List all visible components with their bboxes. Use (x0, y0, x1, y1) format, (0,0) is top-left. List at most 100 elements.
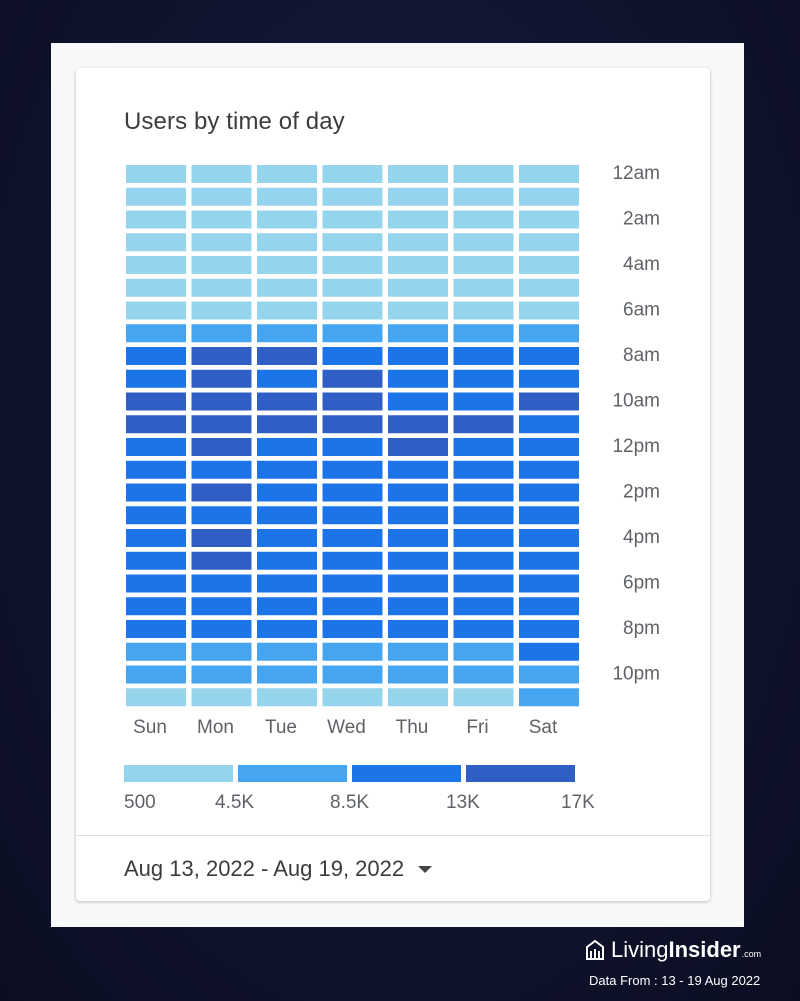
heatmap-cell (519, 642, 579, 661)
heatmap-cell (191, 688, 252, 707)
heatmap-cell (257, 301, 317, 320)
heatmap-cell (453, 620, 514, 638)
heatmap-cell (322, 665, 383, 684)
heatmap-cell (126, 187, 186, 206)
heatmap-cell (126, 347, 186, 365)
x-tick-label: Sat (529, 717, 558, 738)
heatmap-cell (322, 369, 383, 388)
heatmap-cell (257, 642, 317, 661)
heatmap-cell (519, 506, 579, 525)
heatmap-cell (388, 187, 448, 206)
heatmap-cell (519, 620, 579, 638)
heatmap-cell (388, 347, 448, 365)
heatmap-cell (453, 415, 514, 434)
heatmap-cell (191, 642, 252, 661)
legend-swatch (238, 765, 347, 782)
heatmap-cell (453, 438, 514, 456)
heatmap-cell (388, 597, 448, 616)
heatmap-cell (191, 620, 252, 638)
heatmap-cell (519, 460, 579, 479)
heatmap-cell (519, 369, 579, 388)
heatmap-cell (388, 256, 448, 274)
heatmap-cell (322, 233, 383, 252)
heatmap-cell (257, 256, 317, 274)
heatmap-cell (453, 506, 514, 525)
y-tick-label: 6pm (623, 573, 660, 594)
y-tick-label: 4am (623, 254, 660, 275)
x-tick-label: Tue (265, 717, 297, 738)
heatmap-cell (519, 210, 579, 229)
heatmap-cell (519, 574, 579, 593)
heatmap-cell (388, 642, 448, 661)
heatmap-cell (453, 278, 514, 297)
heatmap-cell (519, 301, 579, 320)
heatmap-cell (322, 301, 383, 320)
x-tick-label: Wed (327, 717, 366, 738)
heatmap-cell (322, 574, 383, 593)
heatmap-cell (191, 438, 252, 456)
y-tick-label: 6am (623, 300, 660, 321)
heatmap-cell (191, 597, 252, 616)
heatmap-cell (519, 187, 579, 206)
x-tick-label: Sun (133, 717, 167, 738)
heatmap-cell (126, 642, 186, 661)
heatmap-cell (453, 324, 514, 343)
heatmap-cell (257, 165, 317, 183)
heatmap-cell (191, 187, 252, 206)
heatmap-cell (388, 688, 448, 707)
heatmap-cell (519, 415, 579, 434)
heatmap-cell (519, 347, 579, 365)
heatmap-chart: 12am 2am 4am 6am 8am 10am 12pm 2pm 4pm 6pm 8pm 10pm… (124, 163, 660, 813)
heatmap-cell (126, 233, 186, 252)
brand-name-suffix: .com (741, 949, 762, 959)
heatmap-cell (126, 256, 186, 274)
heatmap-cell (191, 483, 252, 502)
heatmap-cell (126, 392, 186, 411)
heatmap-cell (191, 665, 252, 684)
heatmap-cell (257, 620, 317, 638)
x-tick-label: Fri (466, 717, 488, 738)
heatmap-cell (453, 551, 514, 570)
heatmap-cell (257, 438, 317, 456)
heatmap-cell (322, 483, 383, 502)
legend-swatch (124, 765, 233, 782)
y-tick-label: 10am (612, 391, 660, 412)
date-range-selector[interactable]: Aug 13, 2022 - Aug 19, 2022 (124, 856, 433, 882)
users-by-time-card: Users by time of day 12am 2am 4am 6am 8am 10a… (76, 68, 710, 901)
heatmap-cell (257, 347, 317, 365)
heatmap-cell (191, 506, 252, 525)
legend-tick-label: 4.5K (215, 792, 254, 813)
heatmap-cell (388, 415, 448, 434)
heatmap-cell (126, 483, 186, 502)
heatmap-cell (453, 233, 514, 252)
heatmap-cell (453, 347, 514, 365)
heatmap-cell (388, 210, 448, 229)
heatmap-cell (519, 551, 579, 570)
heatmap-cell (453, 529, 514, 547)
heatmap-cell (126, 165, 186, 183)
brand-logo: Living Insider .com (585, 937, 761, 963)
heatmap-cell (453, 642, 514, 661)
date-range-label: Aug 13, 2022 - Aug 19, 2022 (124, 856, 405, 881)
heatmap-cell (257, 551, 317, 570)
heatmap-cell (322, 187, 383, 206)
heatmap-cell (388, 438, 448, 456)
y-tick-label: 10pm (612, 664, 660, 685)
heatmap-cell (453, 574, 514, 593)
y-tick-label: 12pm (612, 436, 660, 457)
heatmap-cell (191, 529, 252, 547)
y-tick-label: 8am (623, 345, 660, 366)
heatmap-cell (322, 460, 383, 479)
legend-tick-label: 8.5K (330, 792, 369, 813)
heatmap-cell (191, 278, 252, 297)
heatmap-cell (453, 597, 514, 616)
heatmap-cell (388, 506, 448, 525)
legend-tick-label: 500 (124, 792, 156, 813)
heatmap-cell (453, 688, 514, 707)
heatmap-cell (322, 415, 383, 434)
heatmap-cell (257, 369, 317, 388)
heatmap-cell (322, 642, 383, 661)
heatmap-cell (257, 597, 317, 616)
heatmap-cell (453, 665, 514, 684)
caret-down-icon[interactable] (418, 865, 433, 873)
